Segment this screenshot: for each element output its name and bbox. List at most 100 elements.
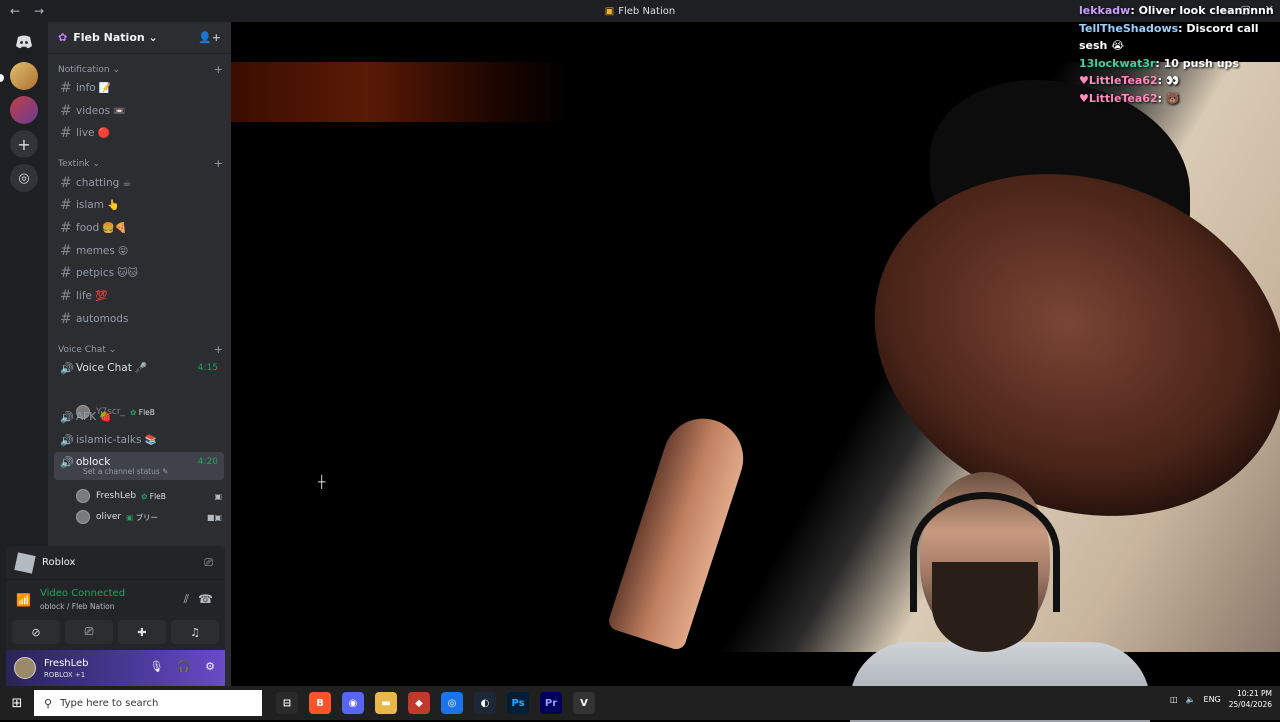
brave-icon[interactable]: B bbox=[309, 692, 331, 714]
voice-channel-islamic-talks[interactable]: 🔊 islamic-talks 📚 bbox=[54, 430, 224, 450]
clock[interactable]: 10:21 PM 25/04/2026 bbox=[1229, 688, 1272, 710]
channel-memes[interactable]: # memes 😝 bbox=[54, 241, 224, 261]
app-icon: ▣ bbox=[604, 5, 615, 17]
activity-bar[interactable]: Roblox ⎚ bbox=[6, 546, 225, 580]
chrome-icon[interactable]: ◎ bbox=[441, 692, 463, 714]
voice-channel-afk[interactable]: 🔊 AFK 🍓 bbox=[54, 407, 224, 427]
discord-home-icon[interactable] bbox=[10, 28, 38, 56]
call-duration: 4:20 bbox=[197, 457, 218, 467]
channel-petpics[interactable]: # petpics 🐱🐱 bbox=[54, 263, 224, 283]
channel-emoji: 🍓 bbox=[99, 411, 112, 423]
voice-controls: ⊘ ⎚ ✚ ♫ bbox=[12, 620, 219, 644]
invite-people-icon[interactable]: 👤+ bbox=[198, 31, 221, 44]
app-icon-red[interactable]: ◆ bbox=[408, 692, 430, 714]
voice-channel-voice-chat[interactable]: 🔊 Voice Chat 🎤 4:15 bbox=[54, 358, 224, 378]
voice-location[interactable]: oblock / Fleb Nation bbox=[40, 602, 115, 611]
chat-message: TellTheShadows: Discord call sesh 😭 bbox=[1079, 21, 1259, 53]
voice-user-name: FreshLeb bbox=[96, 491, 137, 501]
channel-islam[interactable]: # islam 👆 bbox=[54, 195, 224, 215]
create-channel-icon[interactable]: + bbox=[214, 157, 223, 170]
activities-button[interactable]: ✚ bbox=[118, 620, 166, 644]
channel-emoji: 📚 bbox=[144, 434, 157, 446]
channel-life[interactable]: # life 💯 bbox=[54, 286, 224, 306]
channel-videos[interactable]: # videos 📼 bbox=[54, 101, 224, 121]
server-header[interactable]: ✿ Fleb Nation ⌄ 👤+ bbox=[48, 22, 231, 54]
channel-status[interactable]: Set a channel status ✎ bbox=[83, 467, 168, 476]
stream-game-icon[interactable]: ⎚ bbox=[204, 556, 213, 570]
video-tile-left[interactable] bbox=[231, 62, 569, 122]
hash-icon: # bbox=[60, 220, 72, 236]
server-icon-fleb-nation[interactable] bbox=[10, 62, 38, 90]
crosshair-cursor-icon: ┼ bbox=[318, 475, 326, 489]
channel-food[interactable]: # food 🍔🍕 bbox=[54, 218, 224, 238]
channel-emoji: 🎤 bbox=[134, 362, 148, 374]
add-server-icon[interactable]: + bbox=[10, 130, 38, 158]
hash-icon: # bbox=[60, 103, 72, 119]
create-channel-icon[interactable]: + bbox=[214, 63, 223, 76]
channel-label: videos bbox=[76, 105, 111, 117]
hash-icon: # bbox=[60, 288, 72, 304]
category-textink[interactable]: Textink ⌄ + bbox=[58, 157, 223, 170]
premiere-icon[interactable]: Pr bbox=[540, 692, 562, 714]
hash-icon: # bbox=[60, 243, 72, 259]
voice-channel-oblock[interactable]: 🔊 oblock 4:20 Set a channel status ✎ bbox=[54, 452, 224, 480]
heart-icon: ♥ bbox=[1079, 91, 1089, 105]
category-voice-chat[interactable]: Voice Chat ⌄ + bbox=[58, 343, 223, 356]
language-indicator[interactable]: ENG bbox=[1204, 695, 1221, 704]
discover-icon[interactable]: ◎ bbox=[10, 164, 38, 192]
current-user[interactable]: FreshLeb ROBLOX +1 🎙 🎧 ⚙ bbox=[6, 650, 225, 686]
chat-message: ♥LittleTea62: 👀 bbox=[1079, 74, 1180, 87]
channel-automods[interactable]: # automods bbox=[54, 309, 224, 329]
discord-icon[interactable]: ◉ bbox=[342, 692, 364, 714]
taskbar-search[interactable]: ⚲ Type here to search bbox=[34, 690, 262, 716]
network-icon[interactable]: ◫ bbox=[1170, 695, 1178, 704]
vmware-icon[interactable]: V bbox=[573, 692, 595, 714]
file-explorer-icon[interactable]: ▬ bbox=[375, 692, 397, 714]
server-tag-text: FleB bbox=[149, 491, 166, 501]
windows-start-icon[interactable]: ⊞ bbox=[2, 696, 32, 711]
noise-suppression-icon[interactable]: ⫽ bbox=[184, 592, 189, 607]
channel-info[interactable]: # info 📝 bbox=[54, 78, 224, 98]
hash-icon: # bbox=[60, 125, 72, 141]
headset-icon bbox=[910, 492, 1060, 612]
hash-icon: # bbox=[60, 265, 72, 281]
channel-emoji: 🍔🍕 bbox=[102, 222, 128, 234]
selected-pill bbox=[0, 74, 4, 82]
server-icon-other[interactable] bbox=[10, 96, 38, 124]
voice-user[interactable]: oliver ▣ ブリー ■▣ bbox=[76, 508, 226, 526]
channel-label: automods bbox=[76, 313, 129, 325]
create-channel-icon[interactable]: + bbox=[214, 343, 223, 356]
volume-icon[interactable]: 🔈 bbox=[1186, 695, 1196, 704]
category-notification[interactable]: Notification ⌄ + bbox=[58, 63, 223, 76]
photoshop-icon[interactable]: Ps bbox=[507, 692, 529, 714]
channel-emoji: 💯 bbox=[95, 290, 108, 302]
heart-icon: ♥ bbox=[1079, 74, 1089, 87]
screen-share-button[interactable]: ⎚ bbox=[65, 620, 113, 644]
steam-icon[interactable]: ◐ bbox=[474, 692, 496, 714]
voice-user-name: oliver bbox=[96, 512, 122, 522]
task-view-icon[interactable]: ⊟ bbox=[276, 692, 298, 714]
stream-chat-overlay: lekkadw: Oliver look cleannnnn TellTheSh… bbox=[1079, 2, 1279, 107]
camera-off-button[interactable]: ⊘ bbox=[12, 620, 60, 644]
disconnect-icon[interactable]: ☎ bbox=[198, 592, 213, 606]
server-tag-text: ブリー bbox=[135, 512, 159, 522]
soundboard-button[interactable]: ♫ bbox=[171, 620, 219, 644]
clock-time: 10:21 PM bbox=[1237, 689, 1272, 698]
call-duration: 4:15 bbox=[197, 363, 218, 373]
signal-icon[interactable]: 📶 bbox=[16, 593, 31, 607]
search-icon: ⚲ bbox=[44, 696, 53, 710]
channel-label: food bbox=[76, 222, 100, 234]
channel-label: petpics bbox=[76, 267, 115, 279]
gear-icon[interactable]: ⚙ bbox=[205, 660, 215, 673]
hash-icon: # bbox=[60, 197, 72, 213]
channel-label: chatting bbox=[76, 177, 120, 189]
microphone-icon[interactable]: 🎙 bbox=[149, 660, 163, 673]
channel-label: memes bbox=[76, 245, 115, 257]
voice-user[interactable]: FreshLeb ✿ FleB ▣ bbox=[76, 487, 226, 505]
channel-live[interactable]: # live 🔴 bbox=[54, 123, 224, 143]
hash-icon: # bbox=[60, 80, 72, 96]
headphones-icon[interactable]: 🎧 bbox=[177, 660, 191, 673]
channel-chatting[interactable]: # chatting ☕ bbox=[54, 173, 224, 193]
current-user-name: FreshLeb bbox=[44, 657, 89, 669]
channel-emoji: ☕ bbox=[122, 177, 132, 189]
